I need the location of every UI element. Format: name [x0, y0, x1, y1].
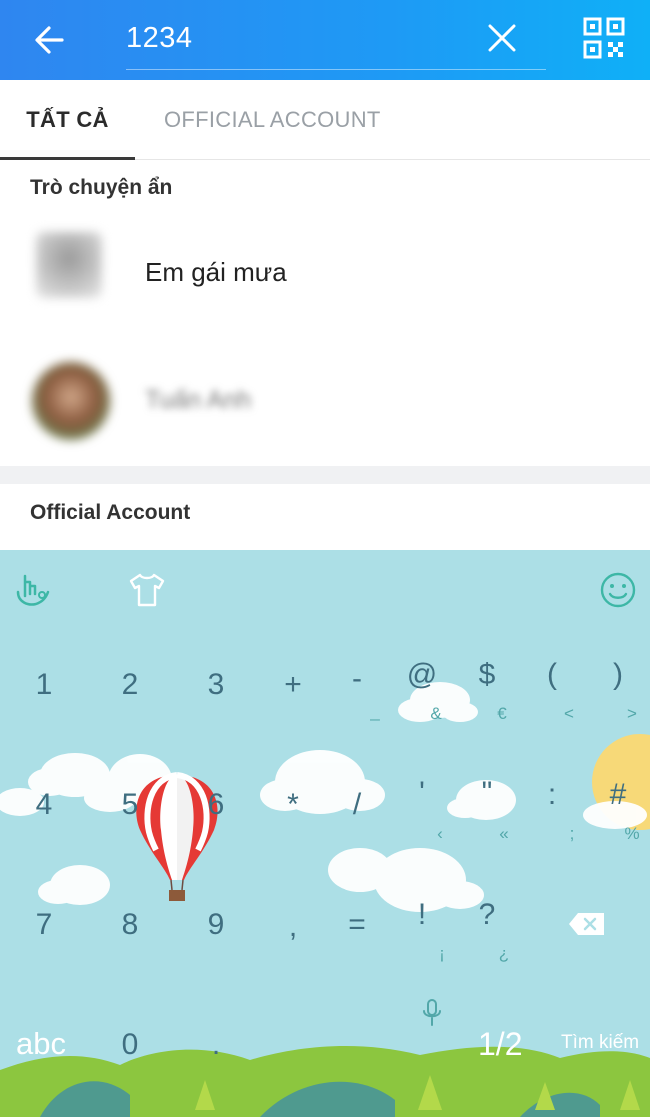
- key-paren-close[interactable]: ): [588, 658, 648, 692]
- key-paren-open[interactable]: (: [522, 658, 582, 692]
- search-input-value[interactable]: 1234: [126, 22, 193, 55]
- key-9[interactable]: 9: [186, 908, 246, 942]
- key-at[interactable]: @: [392, 658, 452, 692]
- arrow-left-icon: [35, 26, 64, 54]
- key-apostrophe[interactable]: ': [392, 776, 452, 810]
- result-item[interactable]: Em gái mưa: [0, 212, 650, 332]
- key-apostrophe-alt: ‹: [437, 824, 443, 843]
- key-dollar[interactable]: $: [457, 658, 517, 692]
- key-0[interactable]: 0: [100, 1028, 160, 1062]
- key-equals[interactable]: =: [327, 908, 387, 942]
- avatar: [36, 232, 102, 298]
- result-name: Tuấn Anh: [145, 386, 252, 414]
- keyboard-settings-button[interactable]: [12, 570, 52, 615]
- tab-official-account[interactable]: OFFICIAL ACCOUNT: [164, 80, 381, 160]
- result-tabs: TẤT CẢ OFFICIAL ACCOUNT: [0, 80, 650, 160]
- search-enter-key[interactable]: Tìm kiếm: [561, 1032, 639, 1054]
- key-paren-open-alt: <: [564, 704, 574, 723]
- result-name: Em gái mưa: [145, 257, 287, 287]
- result-item[interactable]: Tuấn Anh: [0, 342, 650, 462]
- symbol-page-key[interactable]: 1/2: [478, 1026, 522, 1063]
- emoji-button[interactable]: [598, 570, 638, 615]
- key-exclamation[interactable]: !: [392, 898, 452, 932]
- key-3[interactable]: 3: [186, 668, 246, 702]
- key-colon[interactable]: :: [522, 778, 582, 812]
- qr-code-icon: [583, 17, 625, 59]
- key-1[interactable]: 1: [14, 668, 74, 702]
- key-dollar-alt: €: [497, 704, 507, 723]
- qr-scan-button[interactable]: [582, 16, 626, 60]
- key-4[interactable]: 4: [14, 788, 74, 822]
- avatar: [32, 362, 110, 440]
- section-title-official-account: Official Account: [30, 501, 191, 524]
- search-input[interactable]: 1234: [126, 14, 546, 70]
- key-quote[interactable]: ": [457, 776, 517, 810]
- tab-all[interactable]: TẤT CẢ: [0, 80, 135, 160]
- keyboard-theme-button[interactable]: [128, 572, 166, 613]
- microphone-icon: [423, 999, 441, 1026]
- key-plus[interactable]: +: [263, 668, 323, 702]
- backspace-key[interactable]: [568, 912, 606, 941]
- key-question[interactable]: ?: [457, 898, 517, 932]
- clear-search-button[interactable]: [484, 20, 520, 56]
- key-colon-alt: ;: [569, 824, 575, 843]
- on-screen-keyboard: 1 2 3 + - _ @ & $ € ( < ) > 4 5 6 * / ' …: [0, 550, 650, 1117]
- key-quote-alt: «: [499, 824, 509, 843]
- key-asterisk[interactable]: *: [263, 788, 323, 822]
- key-question-alt: ¿: [498, 944, 510, 963]
- close-icon: [488, 24, 516, 52]
- search-header: 1234: [0, 0, 650, 80]
- key-6[interactable]: 6: [186, 788, 246, 822]
- key-8[interactable]: 8: [100, 908, 160, 942]
- key-hash-alt: %: [624, 824, 640, 843]
- key-5[interactable]: 5: [100, 788, 160, 822]
- key-at-alt: &: [430, 704, 442, 723]
- section-title-hidden-chats: Trò chuyện ẩn: [30, 176, 173, 199]
- key-slash[interactable]: /: [327, 788, 387, 822]
- smiley-icon: [600, 572, 636, 608]
- backspace-icon: [569, 913, 604, 935]
- key-period[interactable]: .: [186, 1028, 246, 1062]
- key-2[interactable]: 2: [100, 668, 160, 702]
- touchpal-hand-icon: [16, 574, 50, 606]
- tshirt-icon: [129, 573, 165, 607]
- key-minus[interactable]: -: [327, 662, 387, 696]
- voice-input-button[interactable]: [420, 998, 444, 1033]
- key-comma[interactable]: ,: [263, 910, 323, 944]
- key-exclamation-alt: ¡: [439, 944, 445, 963]
- abc-switch-key[interactable]: abc: [16, 1026, 66, 1062]
- key-minus-alt: _: [370, 702, 380, 721]
- key-hash[interactable]: #: [588, 778, 648, 812]
- back-button[interactable]: [28, 18, 72, 62]
- key-7[interactable]: 7: [14, 908, 74, 942]
- key-paren-close-alt: >: [627, 704, 637, 723]
- section-divider: [0, 466, 650, 484]
